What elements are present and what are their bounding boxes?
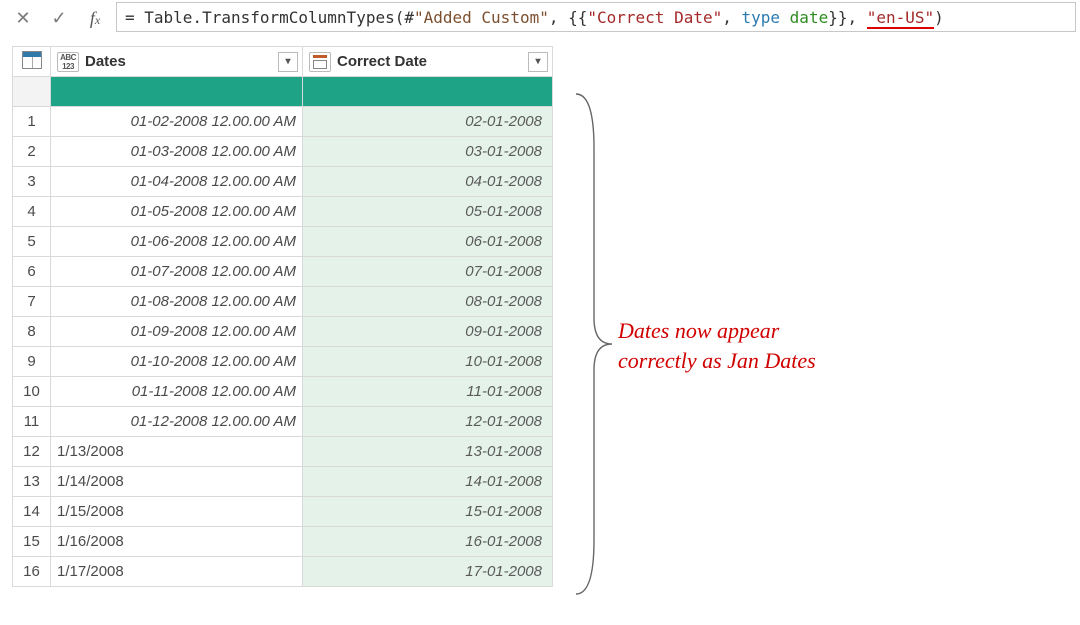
cell-correct-date[interactable]: 09-01-2008	[303, 317, 553, 347]
cell-dates[interactable]: 01-09-2008 12.00.00 AM	[51, 317, 303, 347]
brace-icon	[568, 88, 618, 608]
cell-correct-date[interactable]: 14-01-2008	[303, 467, 553, 497]
cell-dates[interactable]: 1/16/2008	[51, 527, 303, 557]
cell-correct-date[interactable]: 07-01-2008	[303, 257, 553, 287]
table-row[interactable]: 801-09-2008 12.00.00 AM09-01-2008	[13, 317, 553, 347]
cell-dates[interactable]: 1/17/2008	[51, 557, 303, 587]
table-row[interactable]: 131/14/200814-01-2008	[13, 467, 553, 497]
cell-dates[interactable]: 01-11-2008 12.00.00 AM	[51, 377, 303, 407]
accept-formula-button[interactable]: ✓	[44, 2, 74, 34]
table-row[interactable]: 141/15/200815-01-2008	[13, 497, 553, 527]
cell-correct-date[interactable]: 03-01-2008	[303, 137, 553, 167]
cell-dates[interactable]: 01-12-2008 12.00.00 AM	[51, 407, 303, 437]
cell-correct-date[interactable]: 16-01-2008	[303, 527, 553, 557]
table-corner[interactable]	[13, 47, 51, 77]
cell-correct-date[interactable]: 12-01-2008	[303, 407, 553, 437]
cell-dates[interactable]: 01-03-2008 12.00.00 AM	[51, 137, 303, 167]
table-icon	[22, 51, 42, 69]
cell-correct-date[interactable]: 08-01-2008	[303, 287, 553, 317]
table-row[interactable]: 501-06-2008 12.00.00 AM06-01-2008	[13, 227, 553, 257]
row-number[interactable]: 3	[13, 167, 51, 197]
formula-date-kw: date	[790, 8, 829, 27]
any-type-icon[interactable]: ABC123	[57, 52, 79, 72]
row-number[interactable]: 5	[13, 227, 51, 257]
formula-bar: ✕ ✓ fx = Table.TransformColumnTypes(#"Ad…	[0, 0, 1080, 36]
column-dropdown-icon[interactable]: ▾	[528, 52, 548, 72]
column-label: Correct Date	[337, 53, 427, 70]
row-number[interactable]: 12	[13, 437, 51, 467]
cell-dates[interactable]: 01-10-2008 12.00.00 AM	[51, 347, 303, 377]
cell-dates[interactable]: 01-08-2008 12.00.00 AM	[51, 287, 303, 317]
row-number[interactable]: 6	[13, 257, 51, 287]
cell-correct-date[interactable]: 10-01-2008	[303, 347, 553, 377]
table-row[interactable]: 901-10-2008 12.00.00 AM10-01-2008	[13, 347, 553, 377]
cell-correct-date[interactable]: 17-01-2008	[303, 557, 553, 587]
column-header-dates[interactable]: ABC123 Dates ▾	[51, 47, 303, 77]
row-number[interactable]: 10	[13, 377, 51, 407]
row-number[interactable]: 8	[13, 317, 51, 347]
data-table: ABC123 Dates ▾ Correct Date ▾ 1	[12, 46, 553, 587]
formula-type-kw: type	[742, 8, 781, 27]
cell-dates[interactable]: 01-07-2008 12.00.00 AM	[51, 257, 303, 287]
cell-correct-date[interactable]: 06-01-2008	[303, 227, 553, 257]
fx-label: fx	[80, 2, 110, 34]
table-row[interactable]: 1001-11-2008 12.00.00 AM11-01-2008	[13, 377, 553, 407]
formula-mid1: , {{	[549, 8, 588, 27]
row-number[interactable]: 14	[13, 497, 51, 527]
cell-dates[interactable]: 01-04-2008 12.00.00 AM	[51, 167, 303, 197]
row-number[interactable]: 15	[13, 527, 51, 557]
table-row[interactable]: 201-03-2008 12.00.00 AM03-01-2008	[13, 137, 553, 167]
table-row[interactable]: 151/16/200816-01-2008	[13, 527, 553, 557]
formula-eq: =	[125, 8, 144, 27]
cell-correct-date[interactable]: 05-01-2008	[303, 197, 553, 227]
row-number[interactable]: 9	[13, 347, 51, 377]
formula-input[interactable]: = Table.TransformColumnTypes(#"Added Cus…	[116, 2, 1076, 32]
table-row[interactable]: 161/17/200817-01-2008	[13, 557, 553, 587]
formula-col: "Correct Date"	[587, 8, 722, 27]
annotation-text: Dates now appear correctly as Jan Dates	[618, 316, 816, 375]
row-number[interactable]: 1	[13, 107, 51, 137]
formula-locale: "en-US"	[867, 8, 934, 27]
cell-dates[interactable]: 1/14/2008	[51, 467, 303, 497]
cancel-formula-button[interactable]: ✕	[8, 2, 38, 34]
formula-mid3: }},	[828, 8, 867, 27]
annotation: Dates now appear correctly as Jan Dates	[568, 88, 1048, 608]
formula-step: "Added Custom"	[414, 8, 549, 27]
cell-correct-date[interactable]: 02-01-2008	[303, 107, 553, 137]
row-number[interactable]: 13	[13, 467, 51, 497]
row-number[interactable]: 11	[13, 407, 51, 437]
table-row[interactable]: 101-02-2008 12.00.00 AM02-01-2008	[13, 107, 553, 137]
cell-correct-date[interactable]: 04-01-2008	[303, 167, 553, 197]
row-number[interactable]: 16	[13, 557, 51, 587]
table-row[interactable]: 701-08-2008 12.00.00 AM08-01-2008	[13, 287, 553, 317]
table-row[interactable]: 121/13/200813-01-2008	[13, 437, 553, 467]
cell-dates[interactable]: 01-05-2008 12.00.00 AM	[51, 197, 303, 227]
column-dropdown-icon[interactable]: ▾	[278, 52, 298, 72]
date-type-icon[interactable]	[309, 52, 331, 72]
cell-correct-date[interactable]: 15-01-2008	[303, 497, 553, 527]
row-number[interactable]: 2	[13, 137, 51, 167]
formula-close: )	[934, 8, 944, 27]
cell-dates[interactable]: 01-06-2008 12.00.00 AM	[51, 227, 303, 257]
cell-correct-date[interactable]: 13-01-2008	[303, 437, 553, 467]
row-number[interactable]: 4	[13, 197, 51, 227]
formula-mid2: ,	[722, 8, 741, 27]
cell-dates[interactable]: 1/15/2008	[51, 497, 303, 527]
cell-dates[interactable]: 1/13/2008	[51, 437, 303, 467]
cell-correct-date[interactable]: 11-01-2008	[303, 377, 553, 407]
cell-dates[interactable]: 01-02-2008 12.00.00 AM	[51, 107, 303, 137]
table-row[interactable]: 301-04-2008 12.00.00 AM04-01-2008	[13, 167, 553, 197]
formula-fn: Table.TransformColumnTypes	[144, 8, 394, 27]
formula-open: (#	[395, 8, 414, 27]
table-row[interactable]: 401-05-2008 12.00.00 AM05-01-2008	[13, 197, 553, 227]
table-row[interactable]: 601-07-2008 12.00.00 AM07-01-2008	[13, 257, 553, 287]
column-header-correct-date[interactable]: Correct Date ▾	[303, 47, 553, 77]
column-label: Dates	[85, 53, 126, 70]
row-number[interactable]: 7	[13, 287, 51, 317]
table-row[interactable]: 1101-12-2008 12.00.00 AM12-01-2008	[13, 407, 553, 437]
